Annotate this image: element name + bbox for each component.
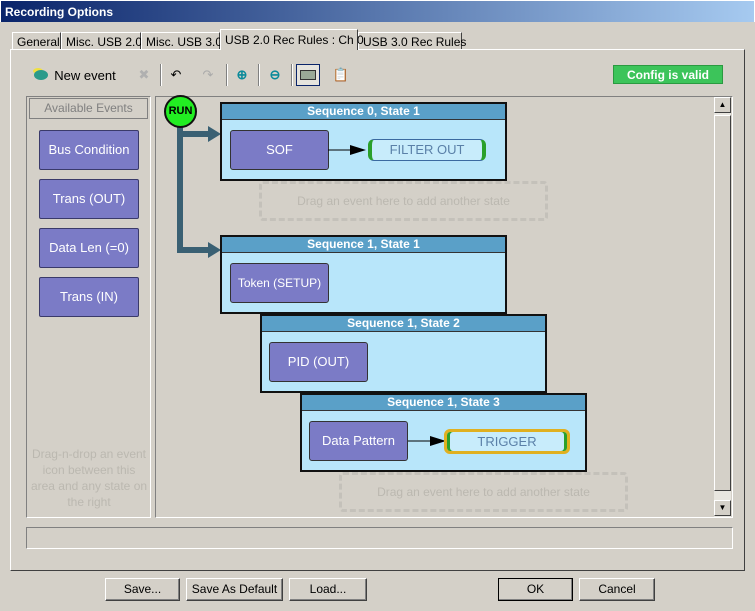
state-title: Sequence 1, State 3 bbox=[302, 395, 585, 411]
event-action-arrow bbox=[408, 436, 446, 446]
scroll-thumb[interactable] bbox=[714, 115, 731, 491]
state-title: Sequence 1, State 1 bbox=[222, 237, 505, 253]
status-bar bbox=[26, 527, 733, 549]
drop-zone-seq0[interactable]: Drag an event here to add another state bbox=[259, 181, 548, 221]
ok-button[interactable]: OK bbox=[498, 578, 573, 601]
state-title: Sequence 1, State 2 bbox=[262, 316, 545, 332]
state-event-data-pattern[interactable]: Data Pattern bbox=[309, 421, 408, 461]
scroll-down-button[interactable]: ▼ bbox=[714, 500, 731, 516]
event-action-arrow bbox=[328, 145, 366, 155]
save-button[interactable]: Save... bbox=[105, 578, 180, 601]
scroll-up-button[interactable]: ▲ bbox=[714, 97, 731, 113]
run-node[interactable]: RUN bbox=[164, 95, 197, 128]
action-filter-out[interactable]: FILTER OUT bbox=[368, 139, 486, 161]
drop-zone-seq1[interactable]: Drag an event here to add another state bbox=[339, 472, 628, 512]
cancel-button[interactable]: Cancel bbox=[579, 578, 655, 601]
tab-usb2-rec-rules[interactable]: USB 2.0 Rec Rules : Ch 0 bbox=[220, 29, 364, 50]
vertical-scrollbar[interactable]: ▲ ▼ bbox=[714, 97, 731, 517]
state-event-pid-out[interactable]: PID (OUT) bbox=[269, 342, 368, 382]
save-as-default-button[interactable]: Save As Default bbox=[186, 578, 283, 601]
run-arrow-seq1 bbox=[177, 120, 210, 253]
load-button[interactable]: Load... bbox=[289, 578, 367, 601]
action-trigger[interactable]: TRIGGER bbox=[444, 429, 570, 454]
state-title: Sequence 0, State 1 bbox=[222, 104, 505, 120]
state-event-sof[interactable]: SOF bbox=[230, 130, 329, 170]
state-event-token-setup[interactable]: Token (SETUP) bbox=[230, 263, 329, 303]
